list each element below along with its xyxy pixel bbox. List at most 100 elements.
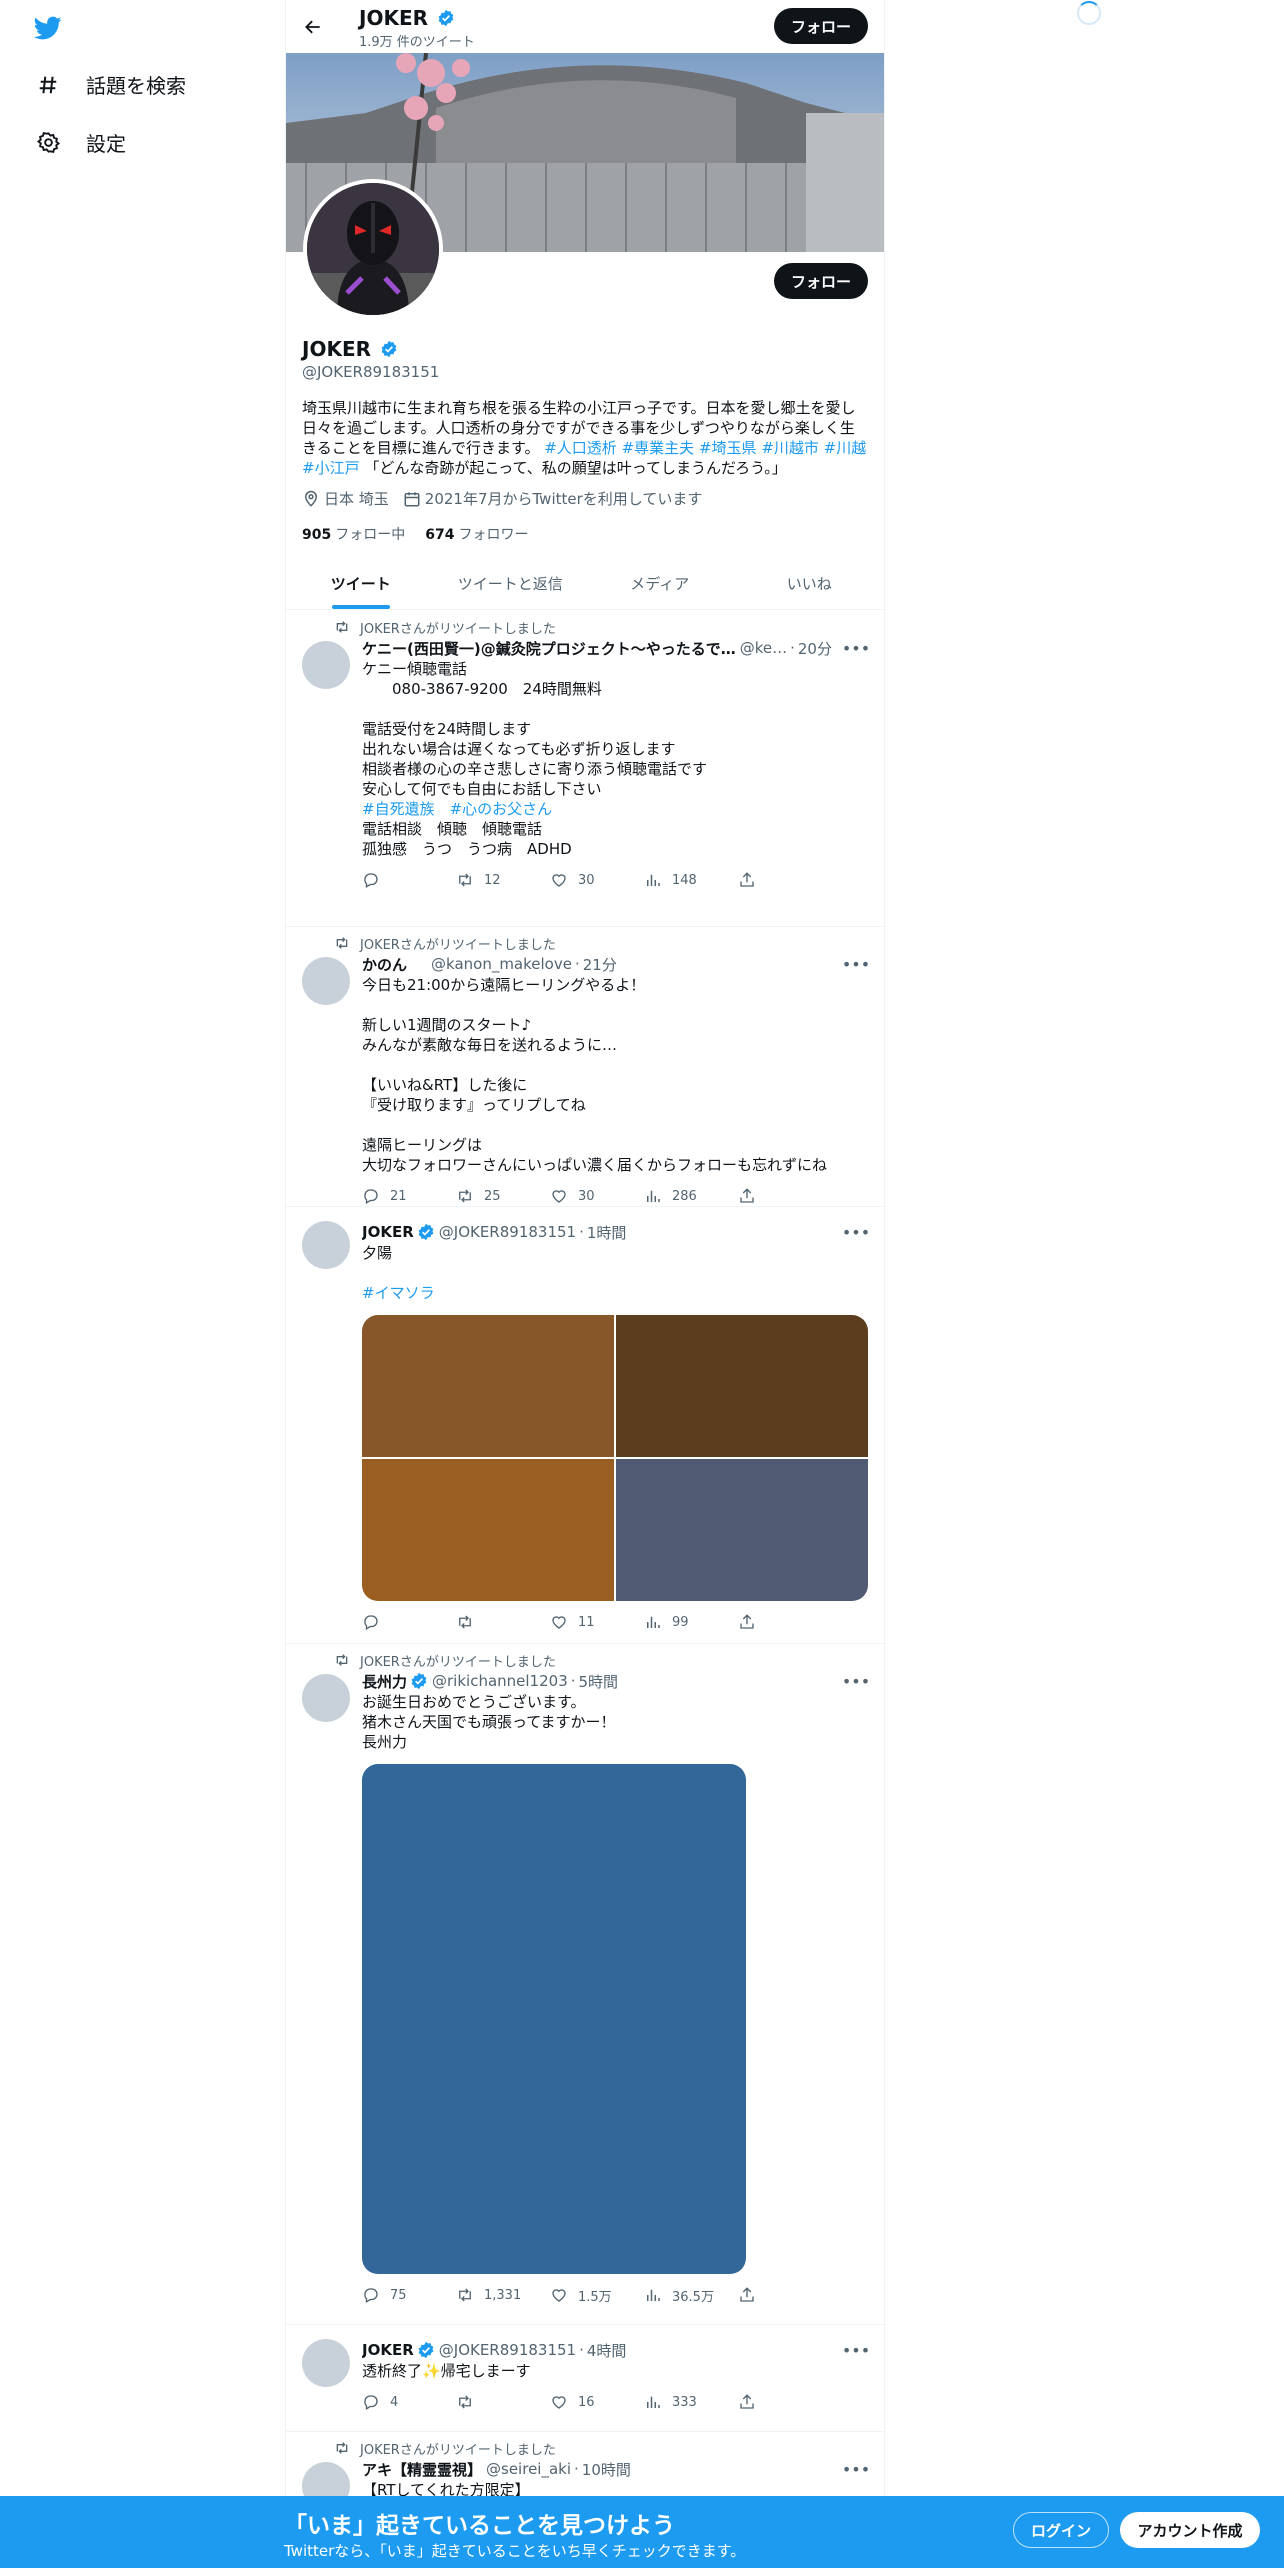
tweet-author-handle[interactable]: @kanon_makelove [431, 955, 572, 973]
tweet-header: かのん @kanon_makelove · 21分 [362, 953, 868, 975]
views-button[interactable]: 148 [644, 871, 738, 889]
avatar[interactable] [302, 1674, 350, 1722]
retweet-button[interactable]: 1,331 [456, 2286, 550, 2304]
tweet-author-handle[interactable]: @ke… [740, 639, 787, 657]
more-options-icon[interactable]: ••• [842, 953, 870, 975]
avatar[interactable] [302, 1221, 350, 1269]
share-button[interactable] [738, 871, 832, 889]
more-options-icon[interactable]: ••• [842, 2339, 870, 2361]
tweet-author-handle[interactable]: @seirei_aki [486, 2460, 571, 2478]
tweet-author-name[interactable]: JOKER [362, 2341, 414, 2359]
retweet-button[interactable]: 12 [456, 871, 550, 889]
tweet-photo[interactable] [362, 1764, 746, 2274]
profile-meta: 日本 埼玉 2021年7月からTwitterを利用しています [302, 488, 702, 509]
tweet-photo[interactable] [616, 1315, 868, 1457]
avatar[interactable] [302, 2339, 350, 2387]
tweet-card[interactable]: ••• JOKER @JOKER89183151 · 1時間 夕陽 #イマソラ … [286, 1207, 884, 1644]
more-options-icon[interactable]: ••• [842, 637, 870, 659]
reply-button[interactable]: 21 [362, 1187, 456, 1205]
views-button[interactable]: 99 [644, 1613, 738, 1631]
tweet-hashtags[interactable]: #イマソラ [362, 1284, 435, 1302]
retweet-indicator: JOKERさんがリツイートしました [334, 2438, 868, 2458]
profile-name: JOKER [302, 337, 398, 361]
views-button[interactable]: 286 [644, 1187, 738, 1205]
avatar[interactable] [302, 957, 350, 1005]
share-button[interactable] [738, 1613, 832, 1631]
bio-hashtag[interactable]: #川越市 [761, 439, 819, 457]
like-button[interactable]: 11 [550, 1613, 644, 1631]
tweet-author-name[interactable]: JOKER [362, 1223, 414, 1241]
followers-link[interactable]: 674 フォロワー [425, 524, 528, 544]
tweet-card[interactable]: JOKERさんがリツイートしました ••• ケニー(西田賢一)@鍼灸院プロジェク… [286, 611, 884, 927]
tweet-author-handle[interactable]: @rikichannel1203 [432, 1672, 568, 1690]
login-button[interactable]: ログイン [1013, 2512, 1109, 2548]
profile-tabs: ツイート ツイートと返信 メディア いいね [286, 557, 884, 610]
tweet-author-name[interactable]: ケニー(西田賢一)@鍼灸院プロジェクト～やったるで… [362, 638, 736, 659]
tab-likes[interactable]: いいね [735, 557, 885, 609]
tab-media[interactable]: メディア [585, 557, 735, 609]
tweet-card[interactable]: JOKERさんがリツイートしました ••• 長州力 @rikichannel12… [286, 1644, 884, 2325]
tweet-photo[interactable] [362, 1315, 614, 1457]
tweet-author-name[interactable]: かのん [362, 954, 407, 975]
tweet-hashtags[interactable]: #自死遺族 #心のお父さん [362, 800, 552, 818]
tweet-photo[interactable] [616, 1459, 868, 1601]
header-follow-button[interactable]: フォロー [774, 8, 868, 44]
following-link[interactable]: 905 フォロー中 [302, 524, 405, 544]
tweet-author-handle[interactable]: @JOKER89183151 [439, 1223, 576, 1241]
more-options-icon[interactable]: ••• [842, 1670, 870, 1692]
tweet-time[interactable]: 1時間 [587, 1222, 627, 1243]
bio-hashtag[interactable]: #川越 [824, 439, 867, 457]
bio-hashtag[interactable]: #埼玉県 [699, 439, 757, 457]
tweet-card[interactable]: JOKERさんがリツイートしました ••• かのん @kanon_makelov… [286, 927, 884, 1207]
share-button[interactable] [738, 2286, 832, 2304]
tweet-time[interactable]: 10時間 [582, 2459, 631, 2480]
bio-hashtag[interactable]: #小江戸 [302, 459, 360, 477]
views-button[interactable]: 333 [644, 2393, 738, 2411]
tweet-actions: 11 99 [362, 1605, 868, 1639]
profile-avatar[interactable] [303, 179, 443, 319]
tweet-author-name[interactable]: アキ【精霊霊視】 [362, 2459, 482, 2480]
avatar[interactable] [302, 641, 350, 689]
back-arrow-icon[interactable] [298, 12, 328, 42]
like-button[interactable]: 16 [550, 2393, 644, 2411]
more-options-icon[interactable]: ••• [842, 1221, 870, 1243]
tweet-photo[interactable] [362, 1459, 614, 1601]
share-button[interactable] [738, 1187, 832, 1205]
reply-button[interactable] [362, 871, 456, 889]
tweet-time[interactable]: 4時間 [587, 2340, 627, 2361]
retweet-button[interactable] [456, 1613, 550, 1631]
reply-button[interactable]: 75 [362, 2286, 456, 2304]
tweet-time[interactable]: 20分 [798, 638, 832, 659]
twitter-logo-icon[interactable] [32, 14, 64, 42]
tweet-author-handle[interactable]: @JOKER89183151 [439, 2341, 576, 2359]
nav-settings[interactable]: 設定 [36, 128, 126, 157]
tweet-author-name[interactable]: 長州力 [362, 1671, 407, 1692]
tweet-text: お誕生日おめでとうございます。 猪木さん天国でも頑張ってますかー！ 長州力 [362, 1693, 616, 1751]
signup-button[interactable]: アカウント作成 [1120, 2512, 1260, 2548]
reply-button[interactable]: 4 [362, 2393, 456, 2411]
like-button[interactable]: 1.5万 [550, 2286, 644, 2305]
nav-explore[interactable]: 話題を検索 [36, 70, 186, 99]
bio-hashtag[interactable]: #人口透析 [544, 439, 617, 457]
retweet-count: 1,331 [484, 2287, 522, 2303]
tweet-time[interactable]: 21分 [583, 954, 617, 975]
views-button[interactable]: 36.5万 [644, 2286, 738, 2305]
like-button[interactable]: 30 [550, 1187, 644, 1205]
nav-settings-label: 設定 [86, 132, 126, 156]
tweet-card[interactable]: ••• JOKER @JOKER89183151 · 4時間 透析終了✨帰宅しま… [286, 2325, 884, 2432]
retweeted-by-text: JOKERさんがリツイートしました [360, 2442, 556, 2458]
nav-explore-label: 話題を検索 [86, 74, 186, 98]
more-options-icon[interactable]: ••• [842, 2458, 870, 2480]
profile-follow-button[interactable]: フォロー [774, 263, 868, 299]
tab-tweets[interactable]: ツイート [286, 557, 436, 609]
retweet-button[interactable] [456, 2393, 550, 2411]
reply-button[interactable] [362, 1613, 456, 1631]
left-sidebar: 話題を検索 設定 [0, 0, 284, 2568]
retweet-button[interactable]: 25 [456, 1187, 550, 1205]
tab-tweets-and-replies[interactable]: ツイートと返信 [436, 557, 586, 609]
tweet-time[interactable]: 5時間 [579, 1671, 619, 1692]
retweet-icon [336, 1654, 348, 1666]
share-button[interactable] [738, 2393, 832, 2411]
bio-hashtag[interactable]: #専業主夫 [622, 439, 695, 457]
like-button[interactable]: 30 [550, 871, 644, 889]
